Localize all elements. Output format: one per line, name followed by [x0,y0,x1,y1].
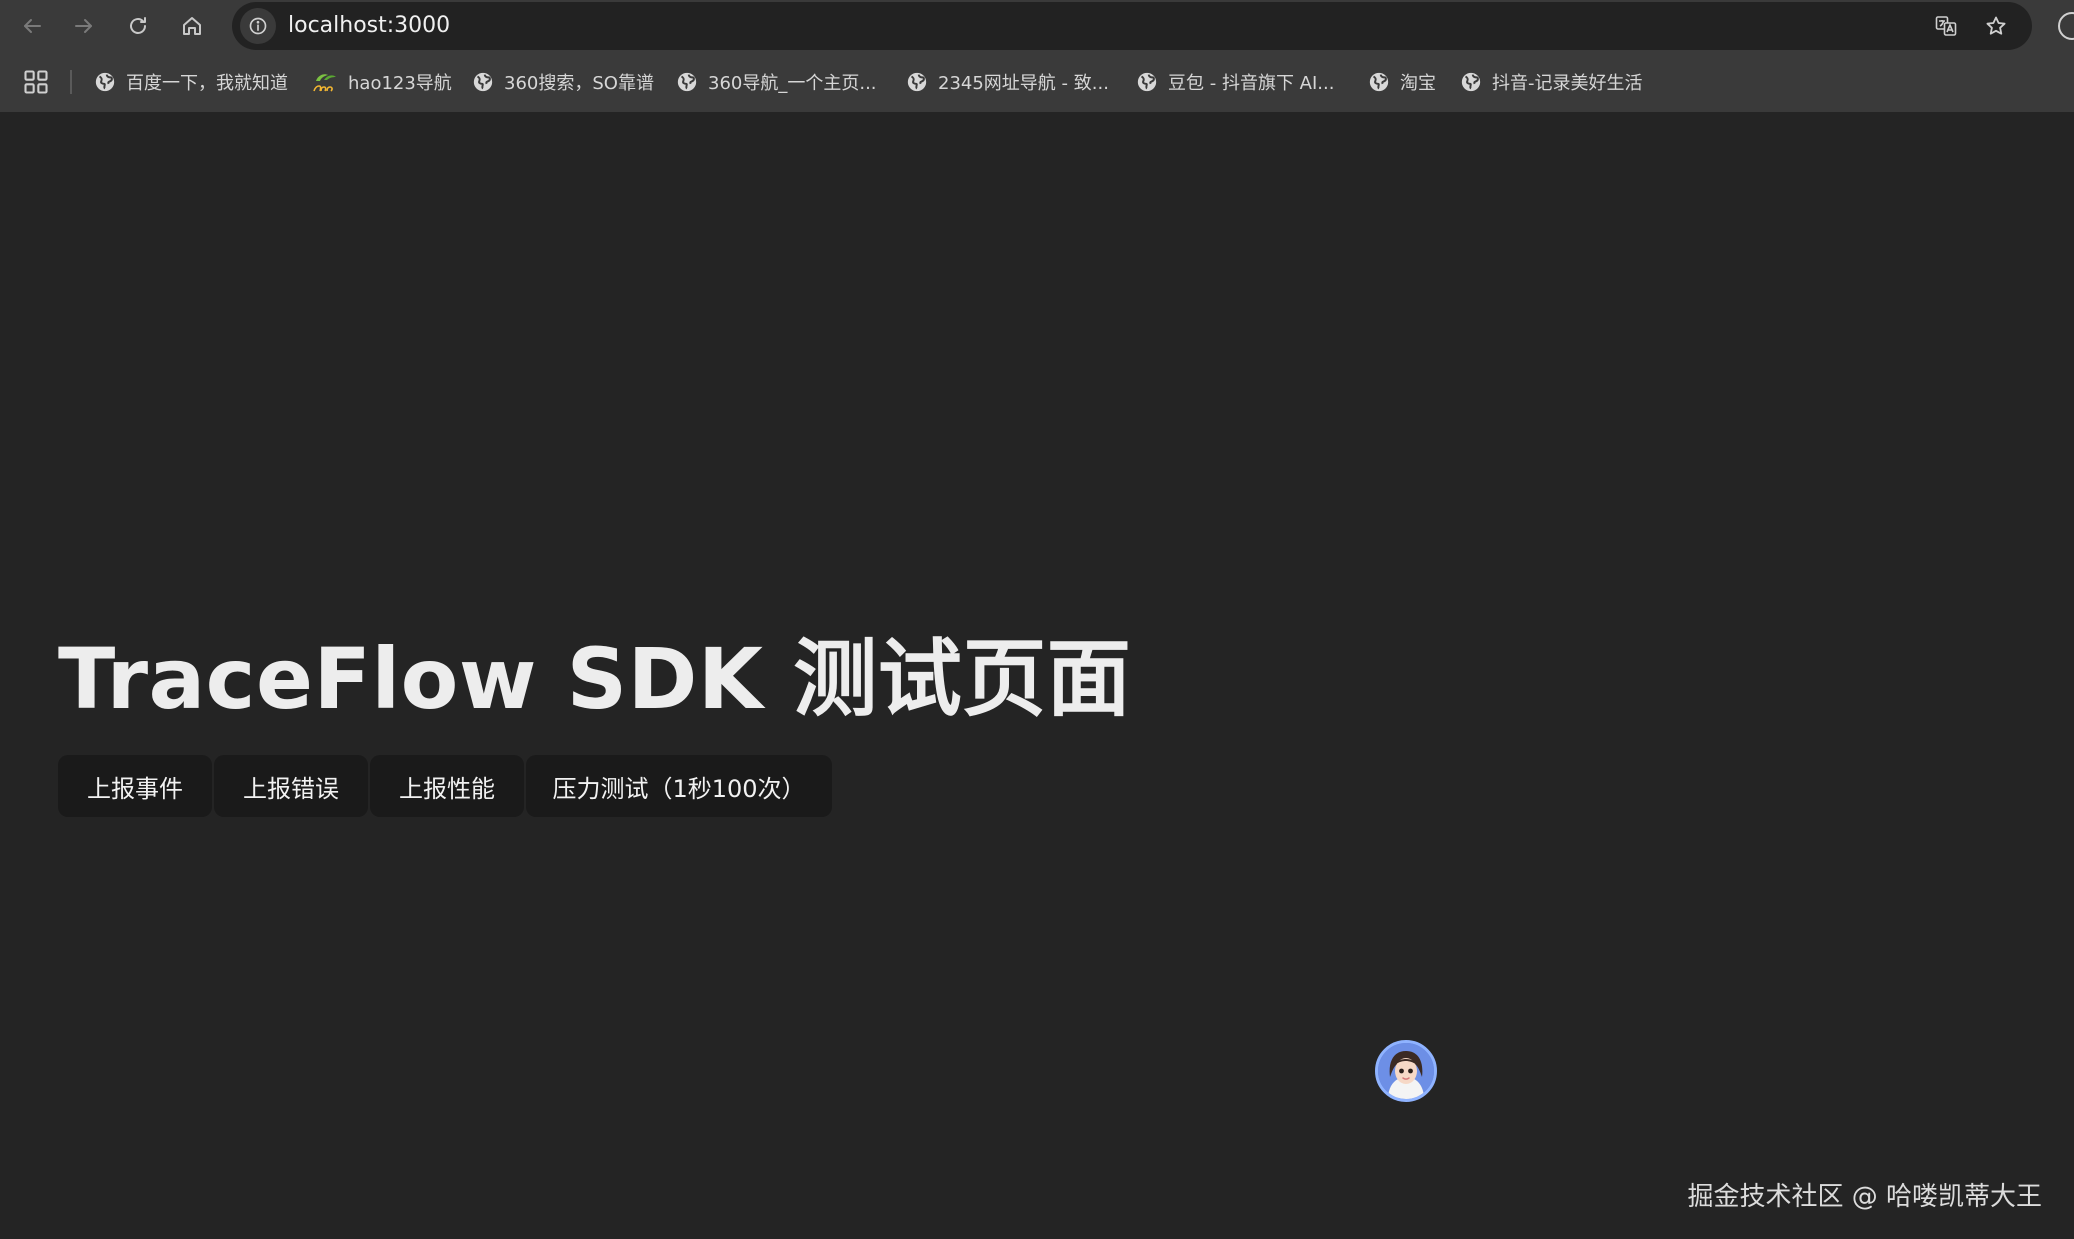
back-button[interactable] [14,8,50,44]
report-performance-button[interactable]: 上报性能 [370,755,524,817]
bookmark-item[interactable]: 淘宝 [1368,62,1436,102]
globe-icon [473,72,493,92]
translate-icon [1935,16,1957,36]
browser-toolbar: localhost:3000 [0,0,2074,52]
arrow-right-icon [75,19,92,33]
assistant-avatar-icon[interactable] [1375,1040,1437,1102]
bookmark-label: hao123导航 [348,73,452,94]
report-event-button[interactable]: 上报事件 [58,755,212,817]
url-text[interactable]: localhost:3000 [288,2,450,50]
watermark-text: 掘金技术社区 @ 哈喽凯蒂大王 [1687,1182,2042,1212]
star-icon [1986,16,2006,35]
home-icon [183,17,201,35]
bookmarks-bar: 百度一下，我就知道 hao123导航 360搜索，SO靠谱 360导航_一个主页… [0,62,2074,102]
bookmark-label: 淘宝 [1400,73,1436,94]
bookmark-label: 抖音-记录美好生活 [1492,73,1643,94]
globe-icon [1137,72,1157,92]
profile-icon[interactable] [2058,12,2074,40]
bookmarks-separator [70,70,72,94]
forward-button[interactable] [66,8,102,44]
bookmark-label: 百度一下，我就知道 [126,73,288,94]
reload-icon [130,17,146,34]
globe-icon [95,72,115,92]
browser-chrome: localhost:3000 百度一下，我就知道 hao123导航 360搜索，… [0,0,2074,112]
bookmark-label: 2345网址导航 - 致... [938,73,1109,94]
report-error-button[interactable]: 上报错误 [214,755,368,817]
globe-icon [677,72,697,92]
address-bar[interactable]: localhost:3000 [232,2,2032,50]
info-icon [249,17,267,35]
apps-grid-icon[interactable] [22,68,50,96]
reload-button[interactable] [120,8,156,44]
bookmark-item[interactable]: 360导航_一个主页... [676,62,877,102]
bookmark-item[interactable]: 360搜索，SO靠谱 [472,62,654,102]
bookmark-label: 豆包 - 抖音旗下 AI... [1168,73,1335,94]
stress-test-button[interactable]: 压力测试（1秒100次） [526,755,832,817]
home-button[interactable] [174,8,210,44]
globe-icon [1461,72,1481,92]
bookmark-item[interactable]: 百度一下，我就知道 [94,62,288,102]
globe-icon [1369,72,1389,92]
bookmark-star-button[interactable] [1980,10,2012,42]
bookmark-label: 360搜索，SO靠谱 [504,73,654,94]
bookmark-item[interactable]: 2345网址导航 - 致... [906,62,1109,102]
bookmark-label: 360导航_一个主页... [708,73,877,94]
bookmark-item[interactable]: hao123导航 [312,62,452,102]
bookmark-item[interactable]: 豆包 - 抖音旗下 AI... [1136,62,1334,102]
translate-button[interactable] [1930,10,1962,42]
page-title: TraceFlow SDK 测试页面 [58,630,1132,728]
site-info-button[interactable] [240,8,276,44]
hao123-logo-icon [313,74,336,92]
globe-icon [907,72,927,92]
avatar-face-icon [1378,1043,1434,1099]
arrow-left-icon [24,19,41,33]
bookmark-item[interactable]: 抖音-记录美好生活 [1460,62,1643,102]
